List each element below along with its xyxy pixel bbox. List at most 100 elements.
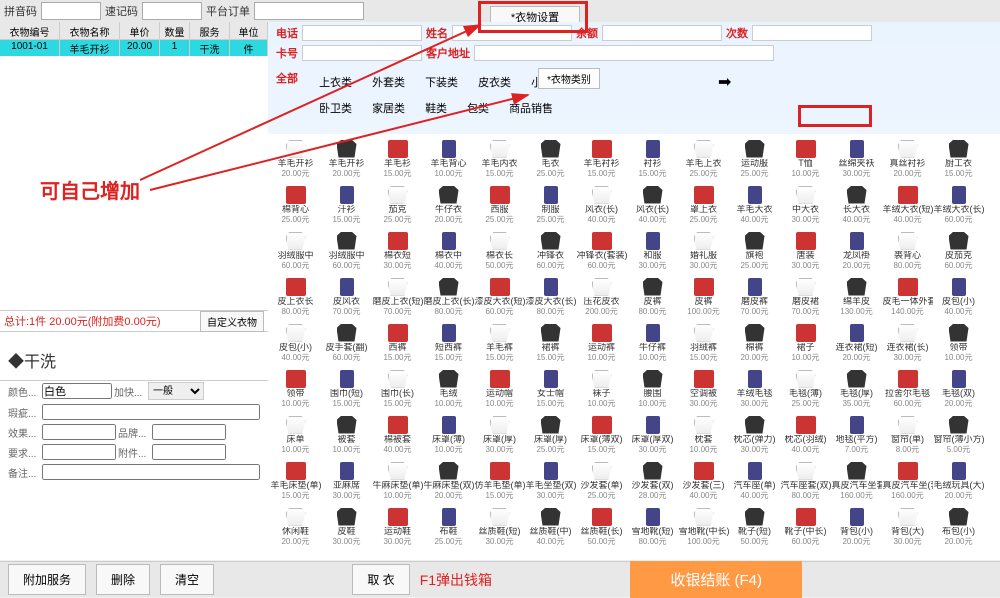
clothes-item[interactable]: 汽车座套(双)80.00元: [780, 458, 831, 504]
clothes-item[interactable]: 牛麻床垫(双)20.00元: [423, 458, 474, 504]
brand-input[interactable]: [152, 424, 226, 440]
balance-input[interactable]: [602, 25, 722, 41]
clothes-item[interactable]: 围巾(短)15.00元: [321, 366, 372, 412]
items-grid[interactable]: 羊毛开衫20.00元羊毛开衫20.00元羊毛衫15.00元羊毛背心10.00元羊…: [268, 134, 1000, 560]
clothes-item[interactable]: 皮裤80.00元: [627, 274, 678, 320]
clothes-item[interactable]: 绵羊皮130.00元: [831, 274, 882, 320]
custom-clothes-button[interactable]: 自定义衣物: [200, 311, 264, 332]
name-input[interactable]: [452, 25, 572, 41]
clothes-item[interactable]: 皮茄克60.00元: [933, 228, 984, 274]
clothes-item[interactable]: 毛毯(双)20.00元: [933, 366, 984, 412]
delete-button[interactable]: 删除: [96, 564, 150, 595]
clothes-item[interactable]: 棉衣短30.00元: [372, 228, 423, 274]
clothes-item[interactable]: 风衣(长)40.00元: [576, 182, 627, 228]
clothes-item[interactable]: 床罩(厚)30.00元: [474, 412, 525, 458]
clothes-item[interactable]: 旗袍25.00元: [729, 228, 780, 274]
pinyin-input[interactable]: [41, 2, 101, 20]
clothes-item[interactable]: 皮鞋30.00元: [321, 504, 372, 550]
flaw-input[interactable]: [42, 404, 260, 420]
category-tab[interactable]: 卧卫类: [309, 96, 362, 120]
speed-select[interactable]: 一般: [148, 382, 204, 400]
arrow-right-icon[interactable]: ➡: [718, 72, 731, 92]
clothes-item[interactable]: 毛毯(厚)35.00元: [831, 366, 882, 412]
clothes-item[interactable]: 背包(大)30.00元: [882, 504, 933, 550]
clothes-item[interactable]: 西服25.00元: [474, 182, 525, 228]
category-tab[interactable]: 下装类: [415, 70, 468, 94]
clothes-item[interactable]: 领带10.00元: [933, 320, 984, 366]
clothes-item[interactable]: 冲锋衣60.00元: [525, 228, 576, 274]
addon-service-button[interactable]: 附加服务: [8, 564, 86, 595]
clothes-item[interactable]: 窗帘(薄小方)5.00元: [933, 412, 984, 458]
clothes-item[interactable]: 磨皮裙70.00元: [780, 274, 831, 320]
clothes-item[interactable]: 羽绒服中60.00元: [270, 228, 321, 274]
clothes-item[interactable]: 衬衫15.00元: [627, 136, 678, 182]
clothes-item[interactable]: 压花皮衣200.00元: [576, 274, 627, 320]
clothes-item[interactable]: 真丝衬衫20.00元: [882, 136, 933, 182]
clothes-item[interactable]: 皮上衣长80.00元: [270, 274, 321, 320]
clothes-item[interactable]: 汽车座(单)40.00元: [729, 458, 780, 504]
card-input[interactable]: [302, 45, 422, 61]
clothes-item[interactable]: 龙凤褂20.00元: [831, 228, 882, 274]
clothes-item[interactable]: 雪地靴(中长)100.00元: [678, 504, 729, 550]
clothes-item[interactable]: 连衣裙(长)30.00元: [882, 320, 933, 366]
clothes-item[interactable]: 真皮汽车坐套160.00元: [831, 458, 882, 504]
clothes-item[interactable]: 羊毛开衫20.00元: [270, 136, 321, 182]
platform-input[interactable]: [254, 2, 364, 20]
clothes-item[interactable]: 羊绒毛毯30.00元: [729, 366, 780, 412]
clothes-item[interactable]: 皮手套(翻)60.00元: [321, 320, 372, 366]
clothes-item[interactable]: 羊毛坐垫(双)30.00元: [525, 458, 576, 504]
clothes-item[interactable]: 沙发套(三)40.00元: [678, 458, 729, 504]
clothes-item[interactable]: 羊毛开衫20.00元: [321, 136, 372, 182]
clothes-item[interactable]: 羊毛裤15.00元: [474, 320, 525, 366]
clothes-item[interactable]: 毛衣25.00元: [525, 136, 576, 182]
add-category-button[interactable]: *衣物类别: [538, 68, 600, 89]
color-input[interactable]: [42, 383, 112, 399]
clothes-item[interactable]: 唐装30.00元: [780, 228, 831, 274]
checkout-button[interactable]: 收银结账 (F4): [630, 561, 802, 598]
clothes-item[interactable]: 枕芯(弹力)30.00元: [729, 412, 780, 458]
clothes-item[interactable]: 雪地靴(短)80.00元: [627, 504, 678, 550]
clothes-item[interactable]: 棉衣长50.00元: [474, 228, 525, 274]
category-tab[interactable]: 家居类: [362, 96, 415, 120]
clothes-item[interactable]: 被套10.00元: [321, 412, 372, 458]
clothes-item[interactable]: 皮风衣70.00元: [321, 274, 372, 320]
clothes-item[interactable]: 牛麻床垫(单)10.00元: [372, 458, 423, 504]
clothes-item[interactable]: 丝质鞋(短)30.00元: [474, 504, 525, 550]
clothes-item[interactable]: 羊绒大衣(短)40.00元: [882, 182, 933, 228]
clothes-item[interactable]: 连衣裙(短)20.00元: [831, 320, 882, 366]
clothes-item[interactable]: 羊绒大衣(长)60.00元: [933, 182, 984, 228]
require-input[interactable]: [42, 444, 116, 460]
clothes-item[interactable]: 冲锋衣(套装)60.00元: [576, 228, 627, 274]
clothes-item[interactable]: 羊毛衬衫15.00元: [576, 136, 627, 182]
clothes-item[interactable]: 地毯(平方)7.00元: [831, 412, 882, 458]
clothes-item[interactable]: 沙发套(双)28.00元: [627, 458, 678, 504]
clothes-item[interactable]: 漆皮大衣(长)80.00元: [525, 274, 576, 320]
clothes-item[interactable]: 磨皮上衣(短)70.00元: [372, 274, 423, 320]
clothes-item[interactable]: 女士帽15.00元: [525, 366, 576, 412]
clothes-item[interactable]: 运动鞋30.00元: [372, 504, 423, 550]
clothes-item[interactable]: 丝质鞋(中)40.00元: [525, 504, 576, 550]
clothes-item[interactable]: 腰围10.00元: [627, 366, 678, 412]
clothes-item[interactable]: 棉衣中40.00元: [423, 228, 474, 274]
clothes-item[interactable]: 罩上衣25.00元: [678, 182, 729, 228]
clothes-item[interactable]: 磨皮上衣(长)80.00元: [423, 274, 474, 320]
clothes-item[interactable]: 和服30.00元: [627, 228, 678, 274]
clothes-item[interactable]: 拉舍尔毛毯60.00元: [882, 366, 933, 412]
clothes-item[interactable]: 皮裤100.00元: [678, 274, 729, 320]
clothes-item[interactable]: 运动服25.00元: [729, 136, 780, 182]
clothes-item[interactable]: 丝绵夹袄30.00元: [831, 136, 882, 182]
clothes-item[interactable]: 汗衫15.00元: [321, 182, 372, 228]
tel-input[interactable]: [302, 25, 422, 41]
clothes-item[interactable]: 制服25.00元: [525, 182, 576, 228]
addr-input[interactable]: [474, 45, 774, 61]
clothes-item[interactable]: 裘背心80.00元: [882, 228, 933, 274]
clothes-item[interactable]: 牛仔衣20.00元: [423, 182, 474, 228]
clothes-item[interactable]: 布鞋25.00元: [423, 504, 474, 550]
clothes-item[interactable]: 羊毛上衣25.00元: [678, 136, 729, 182]
clothes-item[interactable]: 毛毯(薄)25.00元: [780, 366, 831, 412]
category-tab[interactable]: 鞋类: [415, 96, 457, 120]
clothes-item[interactable]: 羊毛床垫(单)15.00元: [270, 458, 321, 504]
clothes-item[interactable]: 长大衣40.00元: [831, 182, 882, 228]
clothes-item[interactable]: 毛绒玩具(大)20.00元: [933, 458, 984, 504]
clothes-item[interactable]: 西裤15.00元: [372, 320, 423, 366]
